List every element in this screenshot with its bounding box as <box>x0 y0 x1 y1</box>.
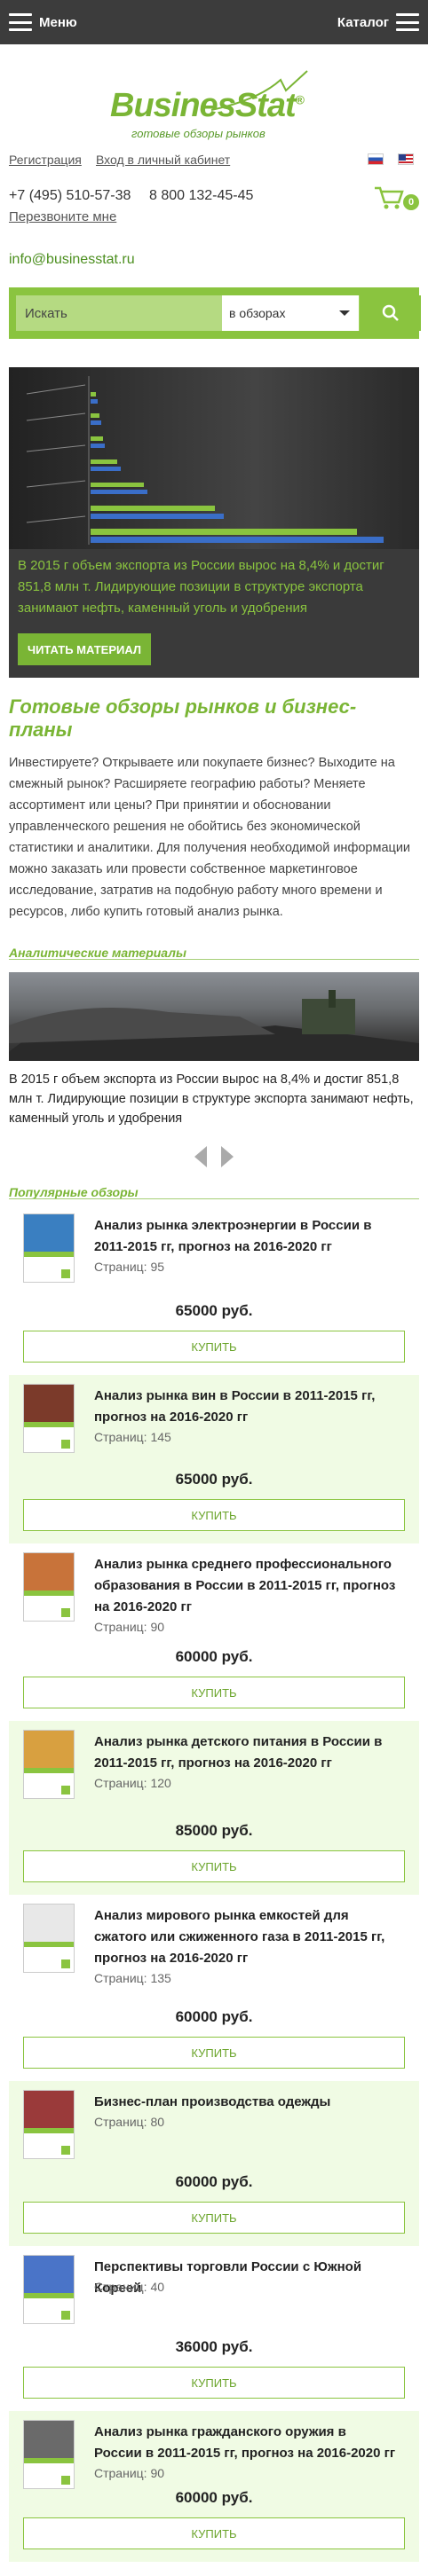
popular-heading: Популярные обзоры <box>9 1173 419 1205</box>
search-input[interactable] <box>16 295 222 331</box>
read-article-button[interactable]: ЧИТАТЬ МАТЕРИАЛ <box>18 633 151 665</box>
arrow-right-icon[interactable] <box>221 1146 234 1167</box>
intro-text: Инвестируете? Открываете или покупаете б… <box>9 756 411 919</box>
product-card: Анализ рынка вин в России в 2011-2015 гг… <box>9 1375 419 1543</box>
product-cover-icon[interactable] <box>23 1730 75 1799</box>
buy-button[interactable]: КУПИТЬ <box>23 2517 405 2549</box>
catalog-button[interactable]: Каталог <box>337 13 419 31</box>
product-title[interactable]: Анализ рынка среднего профессионального … <box>94 1554 396 1618</box>
product-price: 65000 руб. <box>175 1471 253 1488</box>
hamburger-icon <box>396 13 419 31</box>
buy-button[interactable]: КУПИТЬ <box>23 2202 405 2234</box>
arrow-left-icon[interactable] <box>194 1146 207 1167</box>
product-card: Анализ мирового рынка емкостей для сжато… <box>9 1895 419 2081</box>
contacts-block: +7 (495) 510-57-38 8 800 132-45-45 Перез… <box>0 177 428 248</box>
chevron-down-icon <box>339 310 350 316</box>
search-scope-value: в обзорах <box>229 306 286 320</box>
product-pages: Страниц: 95 <box>94 1260 165 1274</box>
page-title: Готовые обзоры рынков и бизнес-планы <box>9 695 357 741</box>
logo[interactable]: BusinesStat® готовые обзоры рынков <box>0 44 428 142</box>
product-card: Анализ рынка электроэнергии в России в 2… <box>9 1205 419 1375</box>
analytics-heading: Аналитические материалы <box>9 933 419 965</box>
product-title[interactable]: Анализ рынка детского питания в России в… <box>94 1732 396 1774</box>
product-pages: Страниц: 135 <box>94 1971 171 1985</box>
cart-count-badge: 0 <box>403 194 419 210</box>
product-pages: Страниц: 80 <box>94 2115 165 2129</box>
product-pages: Страниц: 90 <box>94 2466 165 2480</box>
product-pages: Страниц: 120 <box>94 1776 171 1790</box>
product-pages: Страниц: 40 <box>94 2280 165 2294</box>
product-title[interactable]: Анализ рынка электроэнергии в России в 2… <box>94 1215 396 1258</box>
product-cover-icon[interactable] <box>23 1384 75 1453</box>
product-title[interactable]: Анализ рынка вин в России в 2011-2015 гг… <box>94 1386 396 1428</box>
banner-chart-image <box>9 367 419 549</box>
english-flag-icon[interactable] <box>398 153 414 165</box>
logo-name: BusinesStat <box>110 87 297 124</box>
register-link[interactable]: Регистрация <box>9 153 82 167</box>
phone-moscow[interactable]: +7 (495) 510-57-38 <box>9 188 131 204</box>
product-price: 60000 руб. <box>175 2489 253 2506</box>
phone-free[interactable]: 8 800 132-45-45 <box>149 188 253 204</box>
product-price: 60000 руб. <box>175 2173 253 2190</box>
analytics-image[interactable] <box>9 972 419 1061</box>
product-card: Анализ рынка среднего профессионального … <box>9 1543 419 1721</box>
product-price: 85000 руб. <box>175 1822 253 1839</box>
featured-banner: В 2015 г объем экспорта из России вырос … <box>9 367 419 678</box>
buy-button[interactable]: КУПИТЬ <box>23 2367 405 2399</box>
menu-button[interactable]: Меню <box>9 13 77 31</box>
product-cover-icon[interactable] <box>23 1213 75 1283</box>
carousel-arrows <box>187 1143 241 1169</box>
popular-heading-label: Популярные обзоры <box>9 1185 139 1199</box>
top-bar: Меню Каталог <box>0 0 428 44</box>
russian-flag-icon[interactable] <box>368 153 384 165</box>
product-title[interactable]: Анализ мирового рынка емкостей для сжато… <box>94 1905 396 1969</box>
cart-icon[interactable] <box>373 185 405 211</box>
product-card: Перспективы торговли России с Южной Коре… <box>9 2246 419 2411</box>
menu-label: Меню <box>39 14 77 30</box>
analytics-text: В 2015 г объем экспорта из России вырос … <box>9 1072 414 1126</box>
product-pages: Страниц: 90 <box>94 1620 165 1634</box>
catalog-label: Каталог <box>337 14 389 30</box>
product-card: Анализ рынка детского питания в России в… <box>9 1721 419 1895</box>
logo-tagline: готовые обзоры рынков <box>131 127 266 140</box>
product-cover-icon[interactable] <box>23 2420 75 2489</box>
buy-button[interactable]: КУПИТЬ <box>23 1677 405 1708</box>
hamburger-icon <box>9 13 32 31</box>
product-cover-icon[interactable] <box>23 2255 75 2324</box>
login-link[interactable]: Вход в личный кабинет <box>96 153 230 167</box>
banner-text: В 2015 г объем экспорта из России вырос … <box>18 558 384 616</box>
product-cover-icon[interactable] <box>23 2090 75 2159</box>
product-price: 60000 руб. <box>175 2008 253 2025</box>
auth-row: Регистрация Вход в личный кабинет <box>0 142 428 177</box>
buy-button[interactable]: КУПИТЬ <box>23 1331 405 1363</box>
buy-button[interactable]: КУПИТЬ <box>23 1499 405 1531</box>
search-icon <box>382 304 399 321</box>
search-button[interactable] <box>359 295 421 331</box>
buy-button[interactable]: КУПИТЬ <box>23 1850 405 1882</box>
logo-reg-mark: ® <box>295 92 305 107</box>
product-pages: Страниц: 145 <box>94 1430 171 1444</box>
buy-button[interactable]: КУПИТЬ <box>23 2037 405 2069</box>
product-card: Анализ рынка гражданского оружия в Росси… <box>9 2411 419 2562</box>
product-title[interactable]: Анализ рынка гражданского оружия в Росси… <box>94 2422 396 2464</box>
product-cover-icon[interactable] <box>23 1904 75 1973</box>
email-link[interactable]: info@businesstat.ru <box>9 252 135 268</box>
analytics-heading-label: Аналитические материалы <box>9 946 186 960</box>
product-price: 36000 руб. <box>175 2338 253 2355</box>
product-title[interactable]: Бизнес-план производства одежды <box>94 2092 396 2113</box>
product-card: Бизнес-план производства одежды Страниц: … <box>9 2081 419 2246</box>
product-price: 65000 руб. <box>175 1302 253 1319</box>
callback-link[interactable]: Перезвоните мне <box>9 209 116 224</box>
search-scope-select[interactable]: в обзорах <box>222 295 359 331</box>
product-cover-icon[interactable] <box>23 1552 75 1622</box>
search-bar: в обзорах <box>9 287 421 339</box>
product-price: 60000 руб. <box>175 1648 253 1665</box>
product-list: Анализ рынка электроэнергии в России в 2… <box>0 1205 428 2562</box>
coal-pile-image <box>9 990 419 1061</box>
